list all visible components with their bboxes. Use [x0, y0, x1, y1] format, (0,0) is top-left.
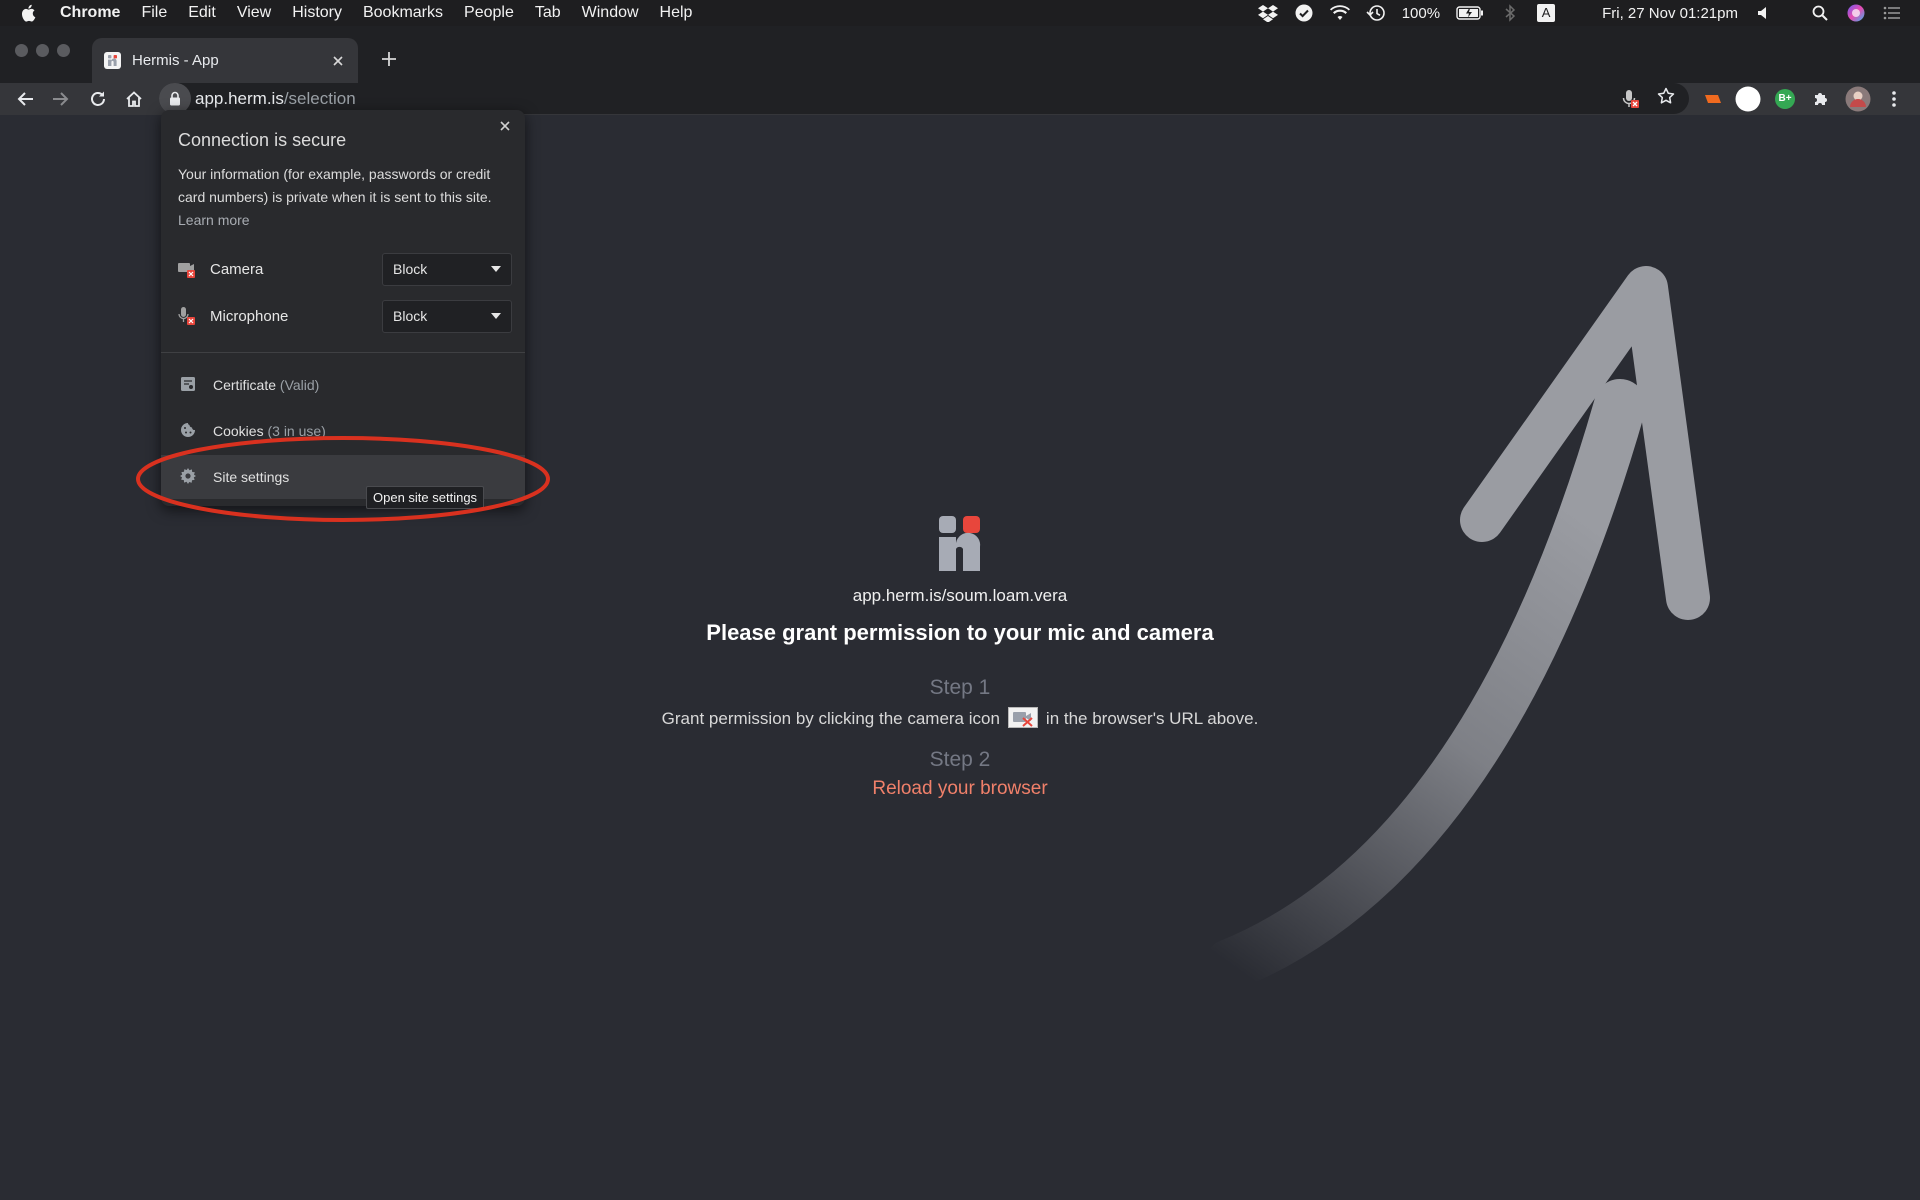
camera-label: Camera: [210, 260, 264, 278]
camera-blocked-icon: [178, 260, 196, 278]
tab-title: Hermis - App: [132, 52, 219, 69]
camera-permission-value: Block: [393, 261, 428, 277]
chevron-down-icon: [491, 266, 501, 272]
macos-menu-bar: Chrome File Edit View History Bookmarks …: [0, 0, 1920, 26]
permission-row-camera: Camera Block: [178, 252, 512, 286]
hermis-favicon-icon: [104, 52, 121, 69]
zoom-window-button[interactable]: [57, 44, 70, 57]
cookie-icon: [180, 422, 198, 440]
camera-permission-select[interactable]: Block: [382, 252, 512, 286]
new-tab-button[interactable]: [376, 46, 402, 72]
profile-avatar[interactable]: [1844, 86, 1872, 112]
close-tab-icon[interactable]: [328, 51, 348, 71]
menu-view[interactable]: View: [237, 4, 271, 22]
input-source-icon[interactable]: A: [1536, 3, 1556, 23]
popover-divider: [161, 352, 525, 353]
hermis-logo: [937, 514, 982, 572]
permission-row-microphone: Microphone Block: [178, 299, 512, 333]
page-heading: Please grant permission to your mic and …: [706, 620, 1214, 645]
certificate-label: Certificate (Valid): [213, 377, 319, 393]
clock[interactable]: Fri, 27 Nov 01:21pm: [1602, 5, 1738, 22]
menu-file[interactable]: File: [141, 4, 167, 22]
popover-description-text: Your information (for example, passwords…: [178, 166, 492, 205]
microphone-permission-select[interactable]: Block: [382, 299, 512, 333]
extension-badge-label: B+: [1775, 89, 1795, 109]
menu-tab[interactable]: Tab: [535, 4, 561, 22]
notification-center-icon[interactable]: [1882, 3, 1902, 23]
menu-people[interactable]: People: [464, 4, 514, 22]
menu-chrome[interactable]: Chrome: [60, 4, 120, 22]
extension-white-circle-icon[interactable]: [1734, 86, 1762, 112]
chrome-menu-icon[interactable]: [1886, 86, 1902, 112]
task-check-icon[interactable]: [1294, 3, 1314, 23]
chevron-down-icon: [491, 313, 501, 319]
microphone-blocked-icon[interactable]: [1621, 89, 1639, 109]
step1-text-before: Grant permission by clicking the camera …: [661, 709, 1000, 728]
forward-arrow-icon[interactable]: [48, 86, 74, 112]
step1-instruction: Grant permission by clicking the camera …: [0, 707, 1920, 729]
cookies-row[interactable]: Cookies (3 in use): [161, 409, 525, 453]
certificate-status: (Valid): [279, 377, 320, 393]
address-bar-actions: [1621, 87, 1675, 110]
menu-history[interactable]: History: [292, 4, 342, 22]
reload-browser-link[interactable]: Reload your browser: [872, 778, 1047, 799]
url-host: app.herm.is: [195, 88, 284, 108]
menu-edit[interactable]: Edit: [188, 4, 216, 22]
battery-percent: 100%: [1401, 4, 1441, 22]
close-window-button[interactable]: [15, 44, 28, 57]
gear-icon: [180, 468, 198, 486]
volume-icon[interactable]: [1754, 3, 1774, 23]
siri-icon[interactable]: [1846, 3, 1866, 23]
menu-bookmarks[interactable]: Bookmarks: [363, 4, 443, 22]
reload-link-row: Reload your browser: [0, 778, 1920, 800]
cookies-label: Cookies (3 in use): [213, 423, 326, 439]
status-area: 100% A Fri, 27 Nov 01:21pm: [1257, 0, 1902, 26]
back-arrow-icon[interactable]: [12, 86, 38, 112]
url-text[interactable]: app.herm.is/selection: [195, 89, 356, 109]
home-icon[interactable]: [121, 86, 147, 112]
close-popover-icon[interactable]: [495, 116, 515, 136]
certificate-row[interactable]: Certificate (Valid): [161, 363, 525, 407]
room-url: app.herm.is/soum.loam.vera: [852, 586, 1068, 605]
popover-description: Your information (for example, passwords…: [178, 163, 512, 232]
step1-label: Step 1: [929, 676, 991, 699]
window-controls: [15, 44, 70, 57]
site-settings-tooltip: Open site settings: [366, 486, 485, 509]
camera-blocked-icon: [1007, 707, 1038, 728]
site-info-popover: Connection is secure Your information (f…: [161, 110, 525, 506]
extension-orange-icon[interactable]: [1702, 86, 1724, 112]
reload-icon[interactable]: [85, 86, 111, 112]
url-path: /selection: [283, 88, 356, 108]
tab-strip: Hermis - App: [0, 26, 1920, 83]
microphone-blocked-icon: [178, 307, 196, 325]
popover-title: Connection is secure: [178, 130, 347, 150]
apple-logo-icon[interactable]: [20, 4, 42, 22]
wifi-icon[interactable]: [1329, 3, 1350, 23]
microphone-label: Microphone: [210, 307, 289, 325]
bookmark-star-icon[interactable]: [1657, 87, 1675, 110]
spotlight-search-icon[interactable]: [1810, 3, 1830, 23]
bluetooth-icon[interactable]: [1500, 3, 1520, 23]
extension-badge-icon[interactable]: B+: [1774, 86, 1796, 112]
battery-icon[interactable]: [1456, 3, 1484, 23]
cookies-text: Cookies: [213, 423, 264, 439]
menu-window[interactable]: Window: [582, 4, 639, 22]
step1-text-after: in the browser's URL above.: [1045, 709, 1259, 728]
step2-label: Step 2: [929, 748, 991, 771]
minimize-window-button[interactable]: [36, 44, 49, 57]
microphone-permission-value: Block: [393, 308, 428, 324]
certificate-text: Certificate: [213, 377, 277, 393]
cookies-status: (3 in use): [267, 423, 326, 439]
time-machine-icon[interactable]: [1366, 3, 1386, 23]
site-settings-label: Site settings: [213, 469, 290, 485]
extensions-puzzle-icon[interactable]: [1810, 86, 1832, 112]
dropbox-icon[interactable]: [1257, 3, 1278, 23]
menu-help[interactable]: Help: [660, 4, 693, 22]
tab-hermis-app[interactable]: Hermis - App: [92, 38, 358, 83]
input-source-letter: A: [1537, 4, 1556, 22]
learn-more-link[interactable]: Learn more: [178, 212, 250, 228]
certificate-icon: [180, 376, 198, 394]
